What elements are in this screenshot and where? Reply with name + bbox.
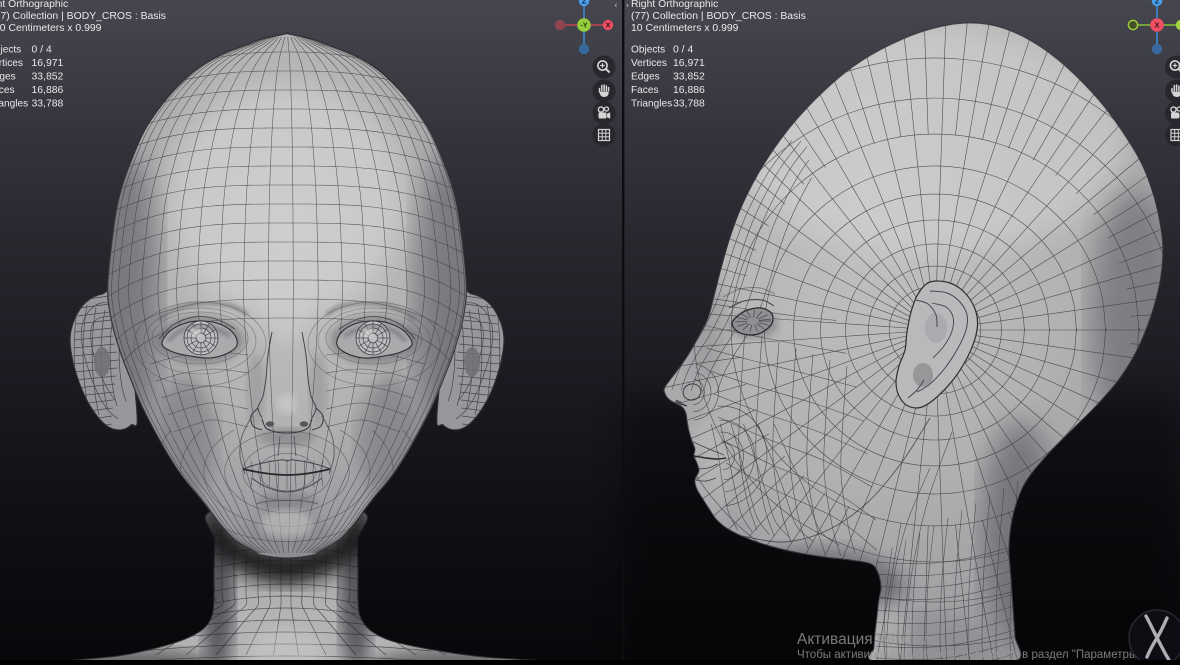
svg-text:Edges: Edges (0, 72, 16, 83)
svg-text:0 / 4: 0 / 4 (32, 45, 52, 56)
svg-text:Triangles: Triangles (631, 99, 672, 110)
svg-text:Triangles: Triangles (0, 99, 28, 110)
svg-text:33,788: 33,788 (673, 99, 705, 110)
svg-text:Faces: Faces (0, 85, 15, 96)
svg-text:-Y: -Y (581, 23, 588, 30)
svg-text:X: X (605, 21, 610, 30)
svg-text:10 Centimeters x 0.999: 10 Centimeters x 0.999 (0, 23, 102, 34)
svg-text:33,788: 33,788 (32, 99, 64, 110)
svg-text:16,886: 16,886 (32, 85, 64, 96)
svg-text:0 / 4: 0 / 4 (673, 45, 693, 56)
svg-text:X: X (1154, 21, 1159, 30)
svg-text:(7) Collection | BODY_CROS : B: (7) Collection | BODY_CROS : Basis (0, 11, 166, 22)
svg-text:Активация Windows: Активация Windows (797, 631, 940, 648)
svg-text:Objects: Objects (0, 45, 21, 56)
svg-text:›: › (626, 0, 629, 10)
svg-text:16,971: 16,971 (673, 58, 705, 69)
svg-text:Z: Z (582, 0, 587, 6)
svg-text:Z: Z (1155, 0, 1160, 6)
svg-text:Vertices: Vertices (631, 58, 667, 69)
svg-text:16,886: 16,886 (673, 85, 705, 96)
svg-text:‹: ‹ (615, 0, 618, 10)
svg-text:Faces: Faces (631, 85, 659, 96)
svg-text:Vertices: Vertices (0, 58, 23, 69)
svg-text:(77) Collection | BODY_CROS :: (77) Collection | BODY_CROS : Basis (631, 11, 806, 22)
svg-text:Front Orthographic: Front Orthographic (0, 0, 68, 10)
svg-text:Right Orthographic: Right Orthographic (631, 0, 718, 10)
svg-text:Edges: Edges (631, 72, 660, 83)
svg-text:33,852: 33,852 (673, 72, 705, 83)
svg-text:33,852: 33,852 (32, 72, 64, 83)
svg-text:Чтобы активировать Windows, пе: Чтобы активировать Windows, перейдите в … (797, 649, 1144, 660)
svg-text:10 Centimeters x 0.999: 10 Centimeters x 0.999 (631, 23, 739, 34)
svg-text:Objects: Objects (631, 45, 665, 56)
svg-text:16,971: 16,971 (32, 58, 64, 69)
